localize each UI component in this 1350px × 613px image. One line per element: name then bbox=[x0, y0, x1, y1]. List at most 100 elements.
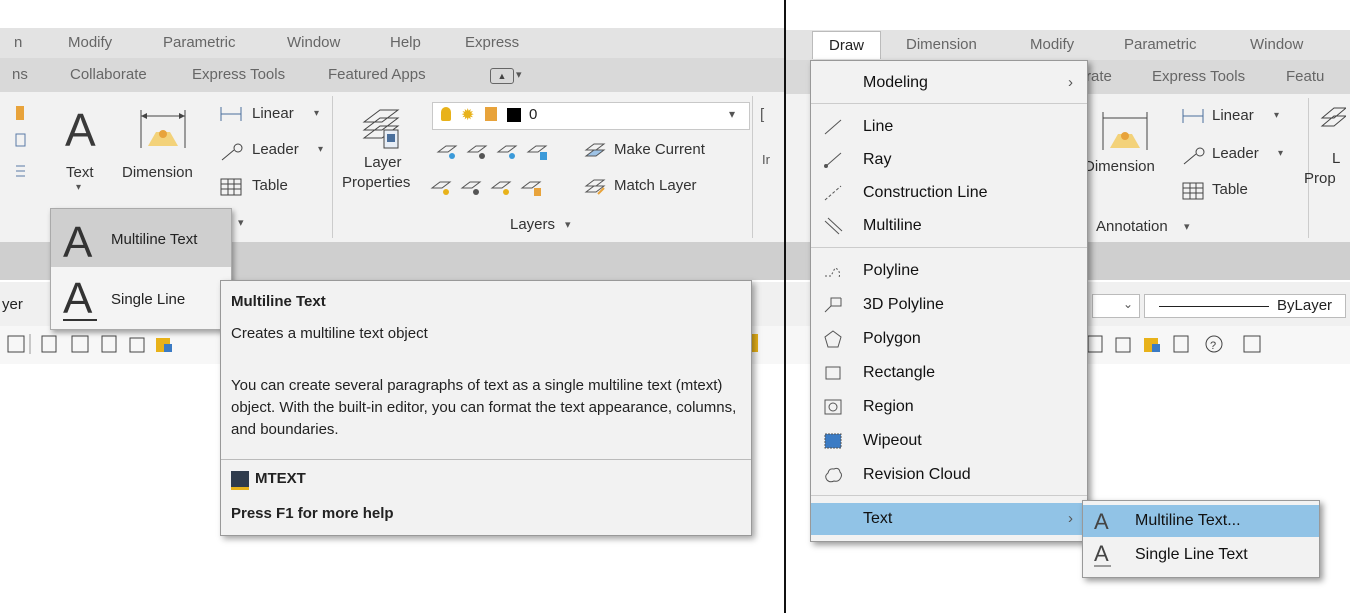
menu-item-window[interactable]: Window bbox=[1250, 36, 1303, 53]
match-layer-icon bbox=[584, 179, 606, 195]
tab-featured-apps[interactable]: Featured Apps bbox=[328, 66, 426, 83]
menu-item-polyline[interactable]: Polyline bbox=[811, 255, 1087, 287]
menu-item-window[interactable]: Window bbox=[287, 34, 340, 51]
toolbar-icons[interactable] bbox=[6, 334, 216, 356]
menu-item-modify[interactable]: Modify bbox=[68, 34, 112, 51]
dropdown-item-multiline-text[interactable]: A Multiline Text bbox=[51, 209, 231, 267]
color-swatch-icon bbox=[507, 108, 521, 122]
layer-value: 0 bbox=[529, 106, 538, 123]
table-button[interactable]: Table bbox=[220, 176, 330, 200]
menu-item-modeling[interactable]: Modeling › bbox=[811, 67, 1087, 99]
tooltip-summary: Creates a multiline text object bbox=[231, 325, 428, 342]
panel-divider bbox=[1308, 98, 1309, 238]
menu-item-revision-cloud[interactable]: Revision Cloud bbox=[811, 459, 1087, 491]
partial-tools-icon[interactable] bbox=[14, 104, 28, 184]
toolbar-icons[interactable]: ? bbox=[1086, 334, 1346, 356]
left-screenshot-panel: n Modify Parametric Window Help Express … bbox=[0, 0, 786, 613]
tab-express-tools[interactable]: Express Tools bbox=[1152, 68, 1245, 85]
chevron-down-icon[interactable]: ▾ bbox=[516, 68, 522, 81]
menu-item-draw[interactable]: Draw bbox=[812, 31, 882, 59]
leader-button[interactable]: Leader ▾ bbox=[1182, 144, 1292, 168]
make-current-icon bbox=[584, 143, 606, 157]
layer-tools-icon[interactable] bbox=[430, 178, 580, 198]
menu-separator bbox=[811, 103, 1087, 104]
text-a-icon: A bbox=[63, 218, 93, 261]
menu-item-text[interactable]: Text › bbox=[811, 503, 1087, 535]
layer-properties-icon[interactable] bbox=[1318, 104, 1346, 140]
annotation-panel-chevron-icon[interactable]: ▾ bbox=[238, 216, 244, 229]
linetype-dropdown[interactable]: ByLayer bbox=[1144, 294, 1346, 318]
menu-item-polygon[interactable]: Polygon bbox=[811, 323, 1087, 355]
layer-dropdown[interactable]: ✹ 0 ▾ bbox=[432, 102, 750, 130]
menu-item-express[interactable]: Express bbox=[465, 34, 519, 51]
tab-featured-fragment[interactable]: Featu bbox=[1286, 68, 1324, 85]
linear-button[interactable]: Linear ▾ bbox=[1182, 106, 1292, 130]
menu-item-modify[interactable]: Modify bbox=[1030, 36, 1074, 53]
multiline-icon bbox=[824, 217, 843, 235]
line-icon bbox=[824, 119, 842, 135]
menu-item-dimension[interactable]: Dimension bbox=[906, 36, 977, 53]
chevron-down-icon[interactable]: ▾ bbox=[565, 218, 571, 231]
layer-tools-row-2 bbox=[412, 176, 592, 200]
menu-item-label: Multiline bbox=[863, 217, 922, 234]
chevron-down-icon: ▾ bbox=[76, 182, 82, 193]
make-current-button[interactable]: Make Current bbox=[584, 140, 744, 164]
dimension-label: Dimension bbox=[1084, 158, 1155, 175]
menu-item-label: Modeling bbox=[863, 74, 928, 91]
color-dropdown[interactable]: ⌄ bbox=[1092, 294, 1140, 318]
tooltip-title: Multiline Text bbox=[231, 293, 326, 310]
make-current-label: Make Current bbox=[614, 141, 705, 158]
menu-bar: n Modify Parametric Window Help Express bbox=[0, 28, 784, 58]
menu-item-help[interactable]: Help bbox=[390, 34, 421, 51]
submenu-item-single-line-text[interactable]: A Single Line Text bbox=[1083, 539, 1319, 571]
layer-properties-label-2: Properties bbox=[342, 174, 411, 191]
revision-cloud-icon bbox=[825, 467, 842, 483]
menu-item-wipeout[interactable]: Wipeout bbox=[811, 425, 1087, 457]
menu-item-region[interactable]: Region bbox=[811, 391, 1087, 423]
menu-item-construction-line[interactable]: Construction Line bbox=[811, 177, 1087, 209]
leader-button[interactable]: Leader ▾ bbox=[220, 140, 330, 164]
construction-line-icon bbox=[824, 185, 842, 201]
tab-express-tools[interactable]: Express Tools bbox=[192, 66, 285, 83]
menu-separator bbox=[811, 247, 1087, 248]
layer-tools-icon[interactable] bbox=[436, 142, 586, 162]
dimension-button[interactable]: Dimension bbox=[118, 98, 210, 198]
tab-fragment[interactable]: ns bbox=[12, 66, 28, 83]
tooltip-command: MTEXT bbox=[255, 470, 306, 487]
panel-divider bbox=[332, 96, 333, 238]
menu-item-label: Ray bbox=[863, 151, 892, 168]
dimension-button[interactable]: Dimension bbox=[1084, 104, 1166, 194]
text-dropdown: A Multiline Text A Single Line bbox=[50, 208, 232, 330]
bracket-fragment-icon: [ bbox=[760, 106, 765, 123]
text-button[interactable]: A Text ▾ bbox=[56, 98, 108, 200]
menu-item-label: Construction Line bbox=[863, 184, 988, 201]
menu-item-label: Rectangle bbox=[863, 364, 936, 381]
tab-fragment[interactable]: rate bbox=[1086, 68, 1112, 85]
match-layer-button[interactable]: Match Layer bbox=[584, 176, 744, 200]
chevron-down-icon: ▾ bbox=[729, 107, 736, 121]
menu-separator bbox=[811, 495, 1087, 496]
polyline-icon bbox=[825, 267, 840, 279]
menu-item-3d-polyline[interactable]: 3D Polyline bbox=[811, 289, 1087, 321]
partial-label: Ir bbox=[762, 152, 770, 167]
linear-icon bbox=[220, 107, 242, 121]
layers-panel-label: Layers bbox=[510, 216, 556, 233]
table-button[interactable]: Table bbox=[1182, 180, 1292, 204]
linear-button[interactable]: Linear ▾ bbox=[220, 104, 330, 128]
menu-item-line[interactable]: Line bbox=[811, 111, 1087, 143]
submenu-item-multiline-text[interactable]: A Multiline Text... bbox=[1083, 505, 1319, 537]
menu-item-parametric[interactable]: Parametric bbox=[1124, 36, 1197, 53]
menu-item-fragment[interactable]: n bbox=[14, 34, 22, 51]
menu-item-rectangle[interactable]: Rectangle bbox=[811, 357, 1087, 389]
menu-item-ray[interactable]: Ray bbox=[811, 144, 1087, 176]
menu-item-label: Polygon bbox=[863, 330, 921, 347]
ribbon-minimize-icon[interactable]: ▲ bbox=[490, 68, 514, 84]
single-line-text-icon: A bbox=[1094, 542, 1111, 567]
dropdown-item-single-line[interactable]: A Single Line bbox=[51, 269, 231, 329]
menu-item-multiline[interactable]: Multiline bbox=[811, 210, 1087, 242]
tab-collaborate[interactable]: Collaborate bbox=[70, 66, 147, 83]
menu-item-parametric[interactable]: Parametric bbox=[163, 34, 236, 51]
chevron-down-icon[interactable]: ▾ bbox=[1184, 220, 1190, 233]
menu-item-label: Revision Cloud bbox=[863, 466, 971, 483]
wipeout-icon bbox=[824, 433, 842, 449]
